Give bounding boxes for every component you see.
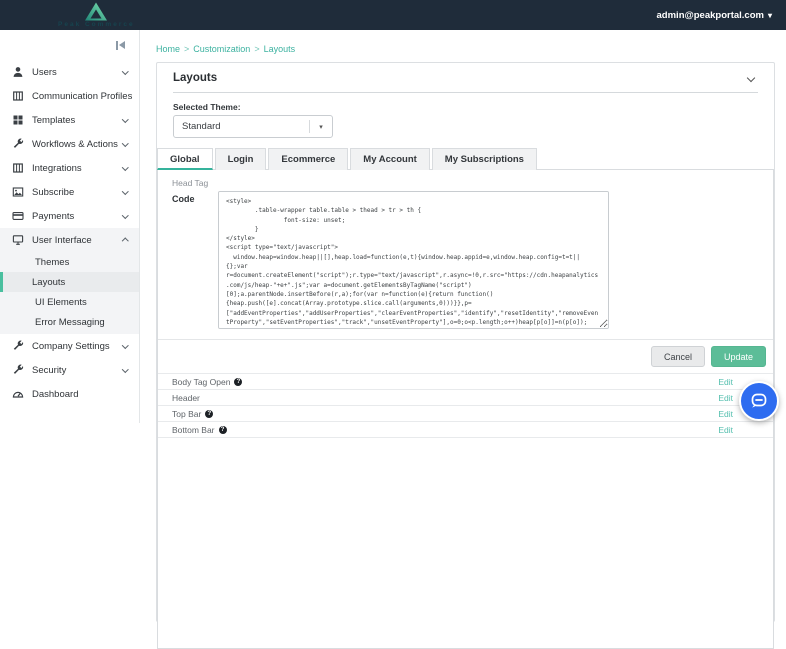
breadcrumb-separator: > — [184, 44, 189, 54]
monitor-icon — [12, 234, 24, 246]
tab-global[interactable]: Global — [157, 148, 213, 170]
help-icon[interactable]: ? — [234, 378, 242, 386]
select-caret-icon: ▾ — [310, 123, 332, 131]
tab-my-account[interactable]: My Account — [350, 148, 429, 170]
account-menu[interactable]: admin@peakportal.com ▾ — [657, 10, 772, 21]
sidebar-item-subscribe[interactable]: Subscribe — [0, 180, 139, 204]
chat-bubble-icon — [748, 390, 770, 412]
chevron-down-icon — [122, 164, 128, 170]
user-icon — [12, 66, 24, 78]
sidebar: Users Communication Profiles Templates W… — [0, 30, 140, 423]
head-tag-label: Head Tag — [158, 170, 773, 188]
sidebar-item-users[interactable]: Users — [0, 60, 139, 84]
help-icon[interactable]: ? — [219, 426, 227, 434]
section-row-partial — [158, 437, 773, 453]
sidebar-item-workflows-actions[interactable]: Workflows & Actions — [0, 132, 139, 156]
selected-theme-label: Selected Theme: — [173, 102, 758, 112]
user-interface-group: User Interface Themes Layouts UI Element… — [0, 228, 139, 334]
sidebar-subitem-ui-elements[interactable]: UI Elements — [0, 292, 139, 312]
head-tag-code-input[interactable]: <style> .table-wrapper table.table > the… — [218, 191, 609, 329]
collapse-panel-chevron-icon[interactable] — [747, 73, 755, 81]
tab-ecommerce[interactable]: Ecommerce — [268, 148, 348, 170]
brand-logo[interactable]: Peak Commerce — [58, 2, 135, 29]
wrench-icon — [12, 364, 24, 376]
section-row-bottom-bar: Bottom Bar ? Edit — [158, 421, 773, 437]
sidebar-item-security[interactable]: Security — [0, 358, 139, 382]
section-row-header: Header Edit — [158, 389, 773, 405]
cancel-button[interactable]: Cancel — [651, 346, 705, 367]
help-icon[interactable]: ? — [205, 410, 213, 418]
building-icon — [12, 90, 24, 102]
chevron-down-icon — [122, 342, 128, 348]
image-icon — [12, 186, 24, 198]
edit-top-bar-link[interactable]: Edit — [718, 409, 733, 419]
account-email: admin@peakportal.com — [657, 10, 764, 21]
tab-login[interactable]: Login — [215, 148, 267, 170]
collapse-sidebar-icon[interactable] — [116, 41, 125, 50]
theme-select[interactable]: Standard ▾ — [173, 115, 333, 138]
code-field-label: Code — [172, 191, 218, 329]
top-navbar: Peak Commerce admin@peakportal.com ▾ — [0, 0, 786, 30]
edit-bottom-bar-link[interactable]: Edit — [718, 425, 733, 435]
brand-name: Peak Commerce — [58, 22, 135, 29]
chat-widget-button[interactable] — [739, 381, 779, 421]
breadcrumb: Home > Customization > Layouts — [141, 30, 786, 54]
breadcrumb-layouts[interactable]: Layouts — [264, 44, 296, 54]
chevron-down-icon — [122, 188, 128, 194]
section-row-top-bar: Top Bar ? Edit — [158, 405, 773, 421]
chevron-down-icon — [122, 68, 128, 74]
sidebar-item-communication-profiles[interactable]: Communication Profiles — [0, 84, 139, 108]
sidebar-item-integrations[interactable]: Integrations — [0, 156, 139, 180]
chevron-down-icon — [122, 366, 128, 372]
breadcrumb-separator: > — [254, 44, 259, 54]
global-tab-panel: Head Tag Code <style> .table-wrapper tab… — [157, 169, 774, 649]
building-icon — [12, 162, 24, 174]
chevron-down-icon — [122, 140, 128, 146]
sidebar-subitem-themes[interactable]: Themes — [0, 252, 139, 272]
sidebar-item-dashboard[interactable]: Dashboard — [0, 382, 139, 406]
breadcrumb-home[interactable]: Home — [156, 44, 180, 54]
layouts-card: Layouts Selected Theme: Standard ▾ Globa… — [156, 62, 775, 622]
chevron-down-icon — [122, 212, 128, 218]
chevron-down-icon — [122, 116, 128, 122]
sidebar-subitem-error-messaging[interactable]: Error Messaging — [0, 312, 139, 332]
chevron-up-icon — [122, 238, 128, 244]
page-title: Layouts — [173, 72, 217, 84]
sidebar-item-company-settings[interactable]: Company Settings — [0, 334, 139, 358]
sidebar-item-templates[interactable]: Templates — [0, 108, 139, 132]
theme-select-value: Standard — [174, 121, 309, 132]
layout-tabs: Global Login Ecommerce My Account My Sub… — [157, 148, 774, 170]
breadcrumb-customization[interactable]: Customization — [193, 44, 250, 54]
wrench-icon — [12, 138, 24, 150]
edit-body-tag-open-link[interactable]: Edit — [718, 377, 733, 387]
tab-my-subscriptions[interactable]: My Subscriptions — [432, 148, 537, 170]
account-caret-icon: ▾ — [768, 11, 772, 20]
sidebar-subitem-layouts[interactable]: Layouts — [0, 272, 139, 292]
main-content: Home > Customization > Layouts Layouts S… — [141, 30, 786, 423]
section-row-body-tag-open: Body Tag Open ? Edit — [158, 373, 773, 389]
credit-card-icon — [12, 210, 24, 222]
gauge-icon — [12, 388, 24, 400]
sidebar-item-user-interface[interactable]: User Interface — [0, 228, 139, 252]
grid-icon — [12, 114, 24, 126]
edit-header-link[interactable]: Edit — [718, 393, 733, 403]
wrench-icon — [12, 340, 24, 352]
sidebar-item-payments[interactable]: Payments — [0, 204, 139, 228]
update-button[interactable]: Update — [711, 346, 766, 367]
peak-commerce-logo-icon — [84, 2, 108, 21]
